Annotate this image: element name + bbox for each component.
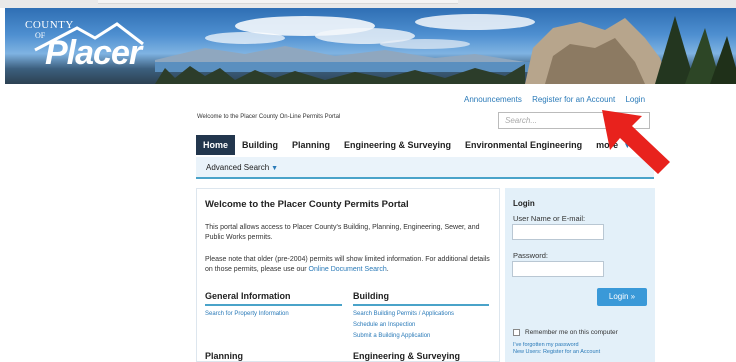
red-arrow-annotation <box>602 110 670 174</box>
login-button[interactable]: Login » <box>597 288 647 306</box>
register-account-link[interactable]: New Users: Register for an Account <box>513 349 600 355</box>
logo-name-text: Placer <box>45 34 142 72</box>
login-link[interactable]: Login <box>625 95 645 104</box>
tab-building[interactable]: Building <box>235 135 285 155</box>
main-content: Welcome to the Placer County Permits Por… <box>196 188 500 362</box>
caret-down-icon: ▼ <box>269 165 279 172</box>
submit-building-application-link[interactable]: Submit a Building Application <box>353 333 430 339</box>
browser-top-strip <box>0 0 736 8</box>
notice-end: . <box>386 266 389 273</box>
logo-county-text: COUNTY <box>25 19 74 31</box>
logo-of-text: OF <box>35 31 46 40</box>
welcome-text: Welcome to the Placer County On-Line Per… <box>197 114 341 120</box>
intro-paragraph: This portal allows access to Placer Coun… <box>205 224 480 241</box>
password-label: Password: <box>513 251 549 260</box>
announcements-link[interactable]: Announcements <box>464 95 522 104</box>
schedule-inspection-link[interactable]: Schedule an Inspection <box>353 322 415 328</box>
top-links: Announcements Register for an Account Lo… <box>464 95 653 104</box>
general-information-heading: General Information <box>205 291 342 306</box>
search-property-link[interactable]: Search for Property Information <box>205 311 289 317</box>
remember-me[interactable]: Remember me on this computer <box>513 329 618 336</box>
county-logo[interactable]: COUNTY OF Placer <box>17 14 147 76</box>
engineering-heading: Engineering & Surveying <box>353 351 461 361</box>
advanced-search-bar[interactable]: Advanced Search ▼ <box>196 157 654 179</box>
remember-checkbox[interactable] <box>513 329 520 336</box>
tab-engineering[interactable]: Engineering & Surveying <box>337 135 458 155</box>
address-bar <box>98 0 458 4</box>
main-nav: Home Building Planning Engineering & Sur… <box>196 135 638 155</box>
tab-home[interactable]: Home <box>196 135 236 155</box>
password-input[interactable] <box>512 261 604 277</box>
login-title: Login <box>513 199 535 208</box>
header-banner: COUNTY OF Placer <box>5 8 736 84</box>
remember-label: Remember me on this computer <box>525 329 618 336</box>
building-heading: Building <box>353 291 489 306</box>
notice-paragraph: Please note that older (pre-2004) permit… <box>205 255 495 275</box>
advanced-search-label: Advanced Search <box>206 163 270 172</box>
search-building-permits-link[interactable]: Search Building Permits / Applications <box>353 311 454 317</box>
online-document-search-link[interactable]: Online Document Search <box>309 266 387 273</box>
tab-planning[interactable]: Planning <box>285 135 337 155</box>
register-link[interactable]: Register for an Account <box>532 95 615 104</box>
planning-heading: Planning <box>205 351 243 361</box>
forgot-password-link[interactable]: I've forgotten my password <box>513 342 579 348</box>
tab-environmental[interactable]: Environmental Engineering <box>458 135 589 155</box>
username-label: User Name or E-mail: <box>513 214 586 223</box>
page-title: Welcome to the Placer County Permits Por… <box>205 199 409 210</box>
username-input[interactable] <box>512 224 604 240</box>
login-panel: Login User Name or E-mail: Password: Log… <box>505 188 655 362</box>
